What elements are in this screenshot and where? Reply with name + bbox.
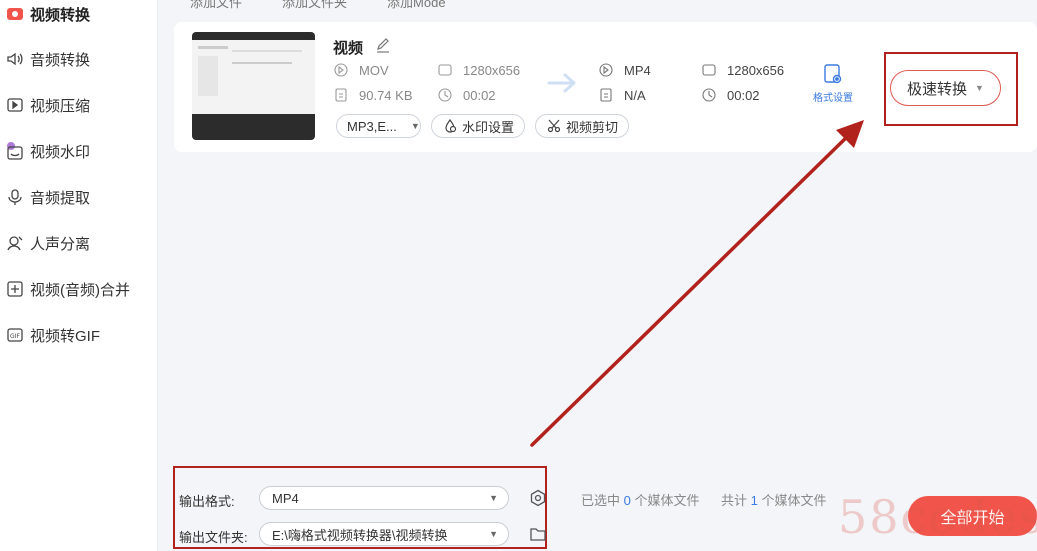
scissors-icon [546, 118, 562, 134]
target-size: N/A [598, 87, 646, 103]
audio-track-value: MP3,E... [347, 118, 397, 134]
chevron-down-icon: ▼ [410, 121, 420, 131]
format-settings-icon [824, 64, 842, 84]
thumb-line [232, 62, 292, 64]
format-icon [598, 62, 614, 78]
sidebar-item-label: 视频压缩 [30, 97, 91, 115]
sidebar-item-label: 视频转GIF [30, 327, 100, 345]
svg-text:GIF: GIF [10, 333, 20, 340]
edit-name-icon[interactable] [374, 36, 392, 54]
source-resolution-value: 1280x656 [463, 62, 521, 78]
selected-suffix: 个媒体文件 [634, 493, 700, 508]
resolution-icon [701, 62, 717, 78]
output-folder-select[interactable]: E:\嗨格式视频转换器\视频转换 ▼ [259, 522, 509, 546]
resolution-icon [437, 62, 453, 78]
clock-icon [437, 87, 453, 103]
format-settings-label: 格式设置 [813, 93, 853, 104]
chevron-down-icon: ▼ [489, 493, 498, 503]
clock-icon [701, 87, 717, 103]
thumb-line [198, 46, 228, 49]
video-compress-icon [4, 94, 26, 116]
tab-add-mode[interactable]: 添加Mode [387, 0, 446, 10]
watermark-icon [4, 140, 26, 162]
watermark-settings-label: 水印设置 [462, 119, 515, 135]
sidebar-item-audio-extract[interactable]: 音频提取 [0, 179, 158, 215]
video-convert-icon [4, 3, 26, 25]
chevron-down-icon: ▼ [489, 529, 498, 539]
gif-icon: GIF [4, 324, 26, 346]
sidebar-item-merge[interactable]: 视频(音频)合并 [0, 271, 158, 307]
sidebar-item-label: 视频水印 [30, 143, 91, 161]
selected-prefix: 已选中 [581, 493, 621, 508]
target-resolution: 1280x656 [701, 62, 784, 78]
watermark-settings-button[interactable]: 水印设置 [431, 114, 525, 138]
source-duration-value: 00:02 [463, 87, 496, 103]
source-resolution: 1280x656 [437, 62, 520, 78]
output-folder-label: 输出文件夹: [179, 530, 248, 545]
sidebar: 视频转换 音频转换 视频压缩 视频水印 音频提取 人声分离 视频(音频)合并 G… [0, 0, 158, 551]
chevron-down-icon: ▼ [975, 83, 984, 93]
output-folder-value: E:\嗨格式视频转换器\视频转换 [272, 527, 448, 543]
sidebar-item-label: 视频(音频)合并 [30, 281, 130, 299]
top-tabs: 添加文件 添加文件夹 添加Mode [190, 0, 446, 10]
format-settings-button[interactable]: 格式设置 [811, 63, 855, 105]
watermark-drop-icon [442, 118, 458, 134]
output-settings-gear-icon[interactable] [528, 488, 548, 508]
sidebar-item-video-compress[interactable]: 视频压缩 [0, 87, 158, 123]
source-size-value: 90.74 KB [359, 87, 413, 103]
target-size-value: N/A [624, 87, 646, 103]
source-duration: 00:02 [437, 87, 496, 103]
total-count: 1 [750, 493, 758, 508]
sidebar-item-label: 人声分离 [30, 235, 91, 253]
target-resolution-value: 1280x656 [727, 62, 785, 78]
target-format: MP4 [598, 62, 651, 78]
sidebar-item-voice-separate[interactable]: 人声分离 [0, 225, 158, 261]
file-card: 视频 MOV 1280x656 90.74 KB 00:02 MP4 1280x… [174, 22, 1037, 152]
total-prefix: 共计 [721, 493, 748, 508]
target-duration: 00:02 [701, 87, 760, 103]
convert-arrow-icon [547, 71, 581, 95]
source-format-value: MOV [359, 62, 389, 78]
open-folder-icon[interactable] [528, 524, 548, 544]
output-format-value: MP4 [272, 490, 299, 506]
file-size-icon [333, 87, 349, 103]
thumbnail-screen [192, 40, 315, 114]
audio-track-select[interactable]: MP3,E... ▼ [336, 114, 421, 138]
total-suffix: 个媒体文件 [761, 493, 827, 508]
selected-count: 0 [623, 493, 631, 508]
video-cut-button[interactable]: 视频剪切 [535, 114, 629, 138]
source-size: 90.74 KB [333, 87, 413, 103]
tab-add-folder[interactable]: 添加文件夹 [282, 0, 347, 10]
sidebar-item-gif[interactable]: GIF 视频转GIF [0, 317, 158, 353]
sidebar-item-label: 音频提取 [30, 189, 91, 207]
start-all-label: 全部开始 [940, 510, 1005, 527]
sidebar-item-video-convert[interactable]: 视频转换 [0, 0, 158, 32]
thumb-line [198, 56, 218, 96]
voice-separate-icon [4, 232, 26, 254]
target-duration-value: 00:02 [727, 87, 760, 103]
fast-convert-button[interactable]: 极速转换 ▼ [890, 70, 1001, 106]
sidebar-item-video-watermark[interactable]: 视频水印 [0, 133, 158, 169]
output-format-select[interactable]: MP4 ▼ [259, 486, 509, 510]
sidebar-item-label: 视频转换 [30, 6, 91, 24]
video-thumbnail[interactable] [192, 32, 315, 140]
file-name: 视频 [333, 40, 364, 57]
format-icon [333, 62, 349, 78]
total-count-status: 共计 1 个媒体文件 [721, 490, 827, 509]
mic-icon [4, 186, 26, 208]
tab-add-file[interactable]: 添加文件 [190, 0, 242, 10]
sidebar-item-audio-convert[interactable]: 音频转换 [0, 41, 158, 77]
output-format-label: 输出格式: [179, 494, 235, 509]
file-size-icon [598, 87, 614, 103]
source-format: MOV [333, 62, 389, 78]
merge-icon [4, 278, 26, 300]
start-all-button[interactable]: 全部开始 [908, 496, 1037, 536]
video-cut-label: 视频剪切 [566, 119, 619, 135]
sidebar-item-label: 音频转换 [30, 51, 91, 69]
thumb-line [232, 50, 302, 52]
selected-count-status: 已选中 0 个媒体文件 [581, 490, 700, 509]
speaker-icon [4, 48, 26, 70]
fast-convert-label: 极速转换 [907, 80, 968, 98]
target-format-value: MP4 [624, 62, 651, 78]
